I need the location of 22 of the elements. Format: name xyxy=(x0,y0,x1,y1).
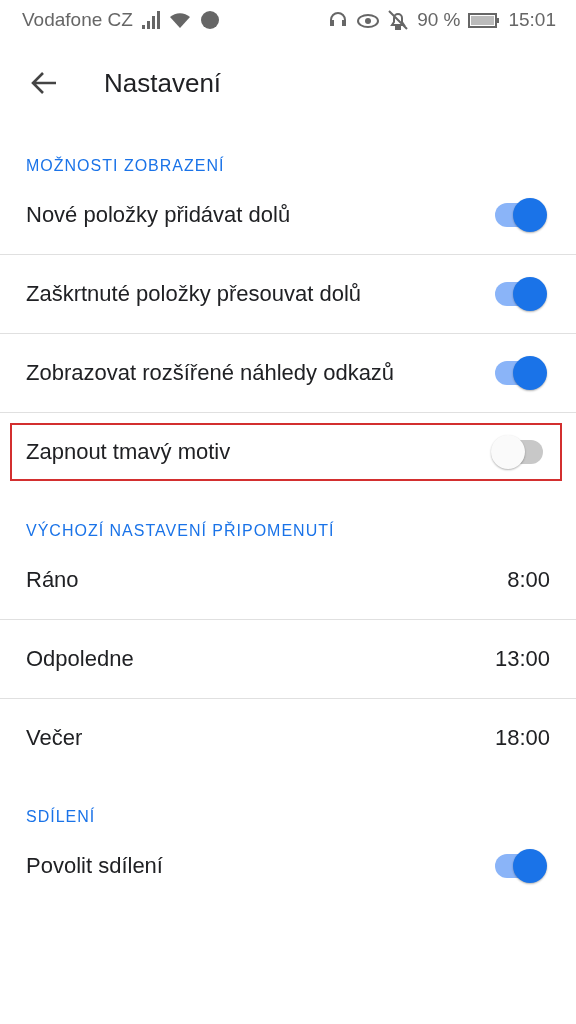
back-arrow-icon[interactable] xyxy=(30,71,58,95)
clock-time: 15:01 xyxy=(508,9,556,31)
carrier-name: Vodafone CZ xyxy=(22,9,133,31)
setting-label: Zaškrtnuté položky přesouvat dolů xyxy=(26,281,363,307)
section-heading: VÝCHOZÍ NASTAVENÍ PŘIPOMENUTÍ xyxy=(25,520,336,541)
section-heading: SDÍLENÍ xyxy=(25,806,97,827)
bell-off-icon xyxy=(387,9,410,31)
setting-label: Ráno xyxy=(26,567,80,593)
setting-label: Zapnout tmavý motiv xyxy=(26,439,232,465)
time-value[interactable]: 8:00 xyxy=(507,567,550,593)
battery-percent: 90 % xyxy=(417,9,461,31)
page-title: Nastavení xyxy=(104,67,222,99)
setting-label: Zobrazovat rozšířené náhledy odkazů xyxy=(26,360,396,386)
time-value[interactable]: 18:00 xyxy=(494,725,550,751)
time-value[interactable]: 13:00 xyxy=(494,646,550,672)
setting-label: Večer xyxy=(26,725,84,751)
music-app-icon xyxy=(198,9,221,31)
setting-label: Odpoledne xyxy=(26,646,135,672)
setting-label: Povolit sdílení xyxy=(26,853,164,879)
section-heading: MOŽNOSTI ZOBRAZENÍ xyxy=(25,155,226,176)
setting-label: Nové položky přidávat dolů xyxy=(26,202,292,228)
signal-icon xyxy=(140,9,161,31)
